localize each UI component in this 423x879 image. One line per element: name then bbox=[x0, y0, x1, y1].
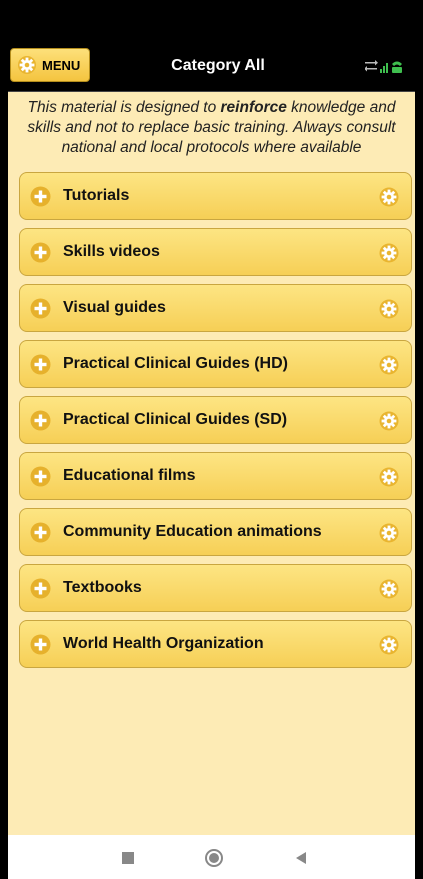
plus-icon bbox=[30, 522, 51, 543]
category-item[interactable]: Tutorials bbox=[19, 172, 412, 220]
category-list: Tutorials Skills videos Visual guides Pract… bbox=[19, 172, 412, 676]
plus-icon bbox=[30, 578, 51, 599]
plus-icon bbox=[30, 634, 51, 655]
recents-button-icon[interactable] bbox=[121, 851, 135, 865]
network-signal-icon bbox=[365, 60, 402, 73]
status-bar bbox=[8, 8, 415, 44]
gear-icon[interactable] bbox=[379, 411, 399, 431]
category-item[interactable]: Skills videos bbox=[19, 228, 412, 276]
gear-icon[interactable] bbox=[379, 579, 399, 599]
category-label: Skills videos bbox=[63, 243, 160, 260]
plus-icon bbox=[30, 186, 51, 207]
category-item[interactable]: Practical Clinical Guides (SD) bbox=[19, 396, 412, 444]
app-header: MENU Category All bbox=[8, 44, 415, 92]
gear-icon[interactable] bbox=[379, 187, 399, 207]
plus-icon bbox=[30, 354, 51, 375]
category-item[interactable]: Visual guides bbox=[19, 284, 412, 332]
category-item[interactable]: Practical Clinical Guides (HD) bbox=[19, 340, 412, 388]
gear-icon[interactable] bbox=[379, 523, 399, 543]
disclaimer-text: This material is designed to reinforce k… bbox=[14, 98, 409, 158]
gear-icon[interactable] bbox=[379, 299, 399, 319]
plus-icon bbox=[30, 298, 51, 319]
back-button-icon[interactable] bbox=[294, 851, 308, 865]
plus-icon bbox=[30, 466, 51, 487]
menu-label: MENU bbox=[42, 57, 81, 73]
category-item[interactable]: Textbooks bbox=[19, 564, 412, 612]
category-label: Practical Clinical Guides (SD) bbox=[63, 411, 288, 428]
disclaimer-bold: reinforce bbox=[220, 99, 287, 116]
plus-icon bbox=[30, 242, 51, 263]
gear-icon[interactable] bbox=[379, 243, 399, 263]
gear-icon[interactable] bbox=[379, 467, 399, 487]
system-nav-bar bbox=[8, 835, 415, 879]
category-label: Tutorials bbox=[63, 187, 130, 204]
category-item[interactable]: Educational films bbox=[19, 452, 412, 500]
home-button-icon[interactable] bbox=[204, 848, 224, 868]
plus-icon bbox=[30, 410, 51, 431]
menu-button[interactable]: MENU bbox=[10, 48, 90, 82]
gear-icon[interactable] bbox=[379, 635, 399, 655]
disclaimer-before: This material is designed to bbox=[27, 99, 221, 116]
app-screen: MENU Category All This material is desig… bbox=[8, 8, 415, 879]
category-item[interactable]: Community Education animations bbox=[19, 508, 412, 556]
category-label: World Health Organization bbox=[63, 635, 264, 652]
page-title: Category All bbox=[171, 57, 265, 74]
category-label: Educational films bbox=[63, 467, 196, 484]
category-item[interactable]: World Health Organization bbox=[19, 620, 412, 668]
category-label: Textbooks bbox=[63, 579, 142, 596]
category-label: Practical Clinical Guides (HD) bbox=[63, 355, 288, 372]
category-label: Visual guides bbox=[63, 299, 166, 316]
gear-icon[interactable] bbox=[379, 355, 399, 375]
gear-icon bbox=[18, 56, 36, 74]
category-label: Community Education animations bbox=[63, 523, 322, 540]
